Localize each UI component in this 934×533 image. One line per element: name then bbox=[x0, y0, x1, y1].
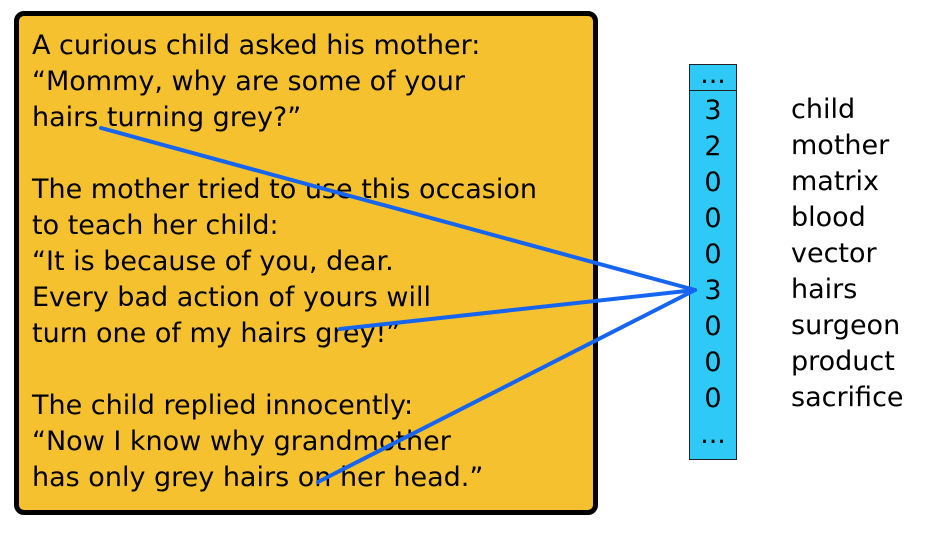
vector-value-hairs: 3 bbox=[704, 275, 722, 306]
count-vector: ... 3 2 0 0 0 3 0 0 0 ... bbox=[689, 59, 737, 460]
vector-value-sacrifice: 0 bbox=[704, 383, 722, 414]
vector-value-vector: 0 bbox=[704, 239, 722, 270]
word-label-product: product bbox=[791, 346, 895, 377]
story-line: “Mommy, why are some of your bbox=[32, 66, 465, 97]
story-line: A curious child asked his mother: bbox=[32, 30, 481, 61]
story-line: turn one of my hairs grey!” bbox=[32, 318, 401, 349]
word-label-matrix: matrix bbox=[791, 166, 880, 197]
story-line: The child replied innocently: bbox=[32, 390, 414, 421]
story-line: hairs turning grey?” bbox=[32, 102, 302, 133]
vector-value-child: 3 bbox=[704, 95, 722, 126]
vector-value-blood: 0 bbox=[704, 203, 722, 234]
story-line: has only grey hairs on her head.” bbox=[32, 462, 484, 493]
vector-value-matrix: 0 bbox=[704, 167, 722, 198]
word-label-surgeon: surgeon bbox=[791, 310, 901, 341]
vector-value-surgeon: 0 bbox=[704, 311, 722, 342]
word-label-blood: blood bbox=[791, 202, 866, 233]
word-label-mother: mother bbox=[791, 130, 890, 161]
vector-bottom-ellipsis: ... bbox=[700, 419, 726, 450]
story-line: “It is because of you, dear. bbox=[32, 246, 394, 277]
word-label-child: child bbox=[791, 94, 856, 125]
vector-top-ellipsis: ... bbox=[700, 59, 726, 90]
story-line: The mother tried to use this occasion bbox=[32, 174, 537, 205]
story-line: Every bad action of yours will bbox=[32, 282, 431, 313]
vector-value-mother: 2 bbox=[704, 131, 722, 162]
vector-value-product: 0 bbox=[704, 347, 722, 378]
story-line: to teach her child: bbox=[32, 210, 279, 241]
word-label-sacrifice: sacrifice bbox=[791, 382, 904, 413]
word-label-vector: vector bbox=[791, 238, 877, 269]
word-label-hairs: hairs bbox=[791, 274, 858, 305]
story-line: “Now I know why grandmother bbox=[32, 426, 451, 457]
